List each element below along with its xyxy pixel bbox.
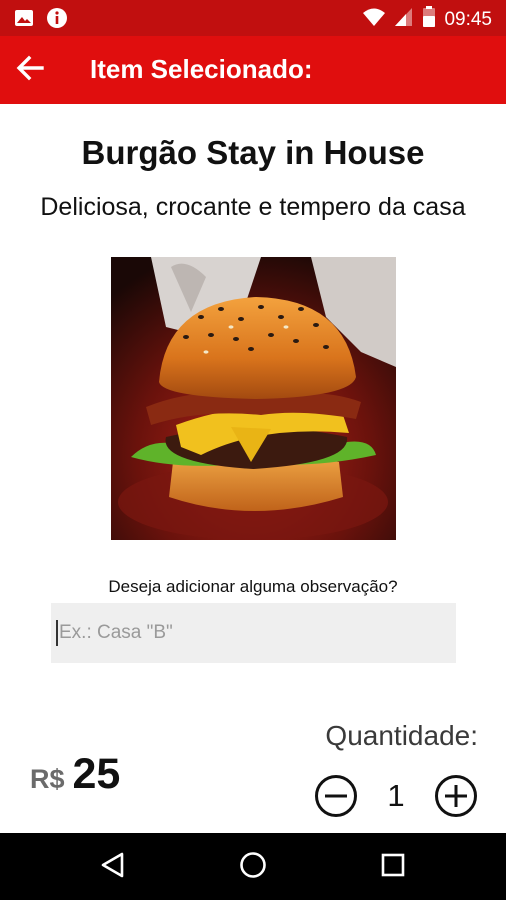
price: R$ 25 xyxy=(30,750,120,799)
decrease-quantity-button[interactable] xyxy=(314,774,358,818)
navigation-bar xyxy=(0,833,506,900)
price-value: 25 xyxy=(72,750,121,798)
observation-input[interactable] xyxy=(51,603,456,663)
nav-recent-icon xyxy=(380,852,406,883)
battery-icon xyxy=(422,6,436,33)
nav-back-icon xyxy=(100,851,126,884)
burger-photo xyxy=(111,257,396,540)
signal-icon xyxy=(394,6,414,33)
currency-symbol: R$ xyxy=(30,764,65,794)
quantity-label: Quantidade: xyxy=(325,720,478,751)
increase-quantity-button[interactable] xyxy=(434,774,478,818)
nav-home-icon xyxy=(239,851,267,884)
observation-label: Deseja adicionar alguma observação? xyxy=(108,577,398,596)
quantity-stepper: 1 xyxy=(314,774,478,818)
plus-circle-icon xyxy=(434,775,478,822)
status-left-icons xyxy=(14,7,68,34)
status-bar: 09:45 xyxy=(0,0,506,36)
text-caret xyxy=(56,620,58,646)
product-description: Deliciosa, crocante e tempero da casa xyxy=(40,193,466,221)
nav-back-button[interactable] xyxy=(93,847,133,887)
minus-circle-icon xyxy=(314,775,358,822)
page-title: Item Selecionado: xyxy=(90,54,313,84)
status-time: 09:45 xyxy=(444,8,492,30)
wifi-icon xyxy=(362,6,386,33)
nav-recent-button[interactable] xyxy=(373,847,413,887)
app-bar: Item Selecionado: xyxy=(0,36,506,104)
arrow-back-icon xyxy=(15,53,45,88)
info-icon xyxy=(46,7,68,34)
quantity-value: 1 xyxy=(387,778,405,813)
status-right: 09:45 xyxy=(362,6,492,33)
nav-home-button[interactable] xyxy=(233,847,273,887)
image-icon xyxy=(14,8,34,33)
back-button[interactable] xyxy=(8,48,52,92)
product-name: Burgão Stay in House xyxy=(81,134,425,171)
product-image xyxy=(111,257,396,540)
